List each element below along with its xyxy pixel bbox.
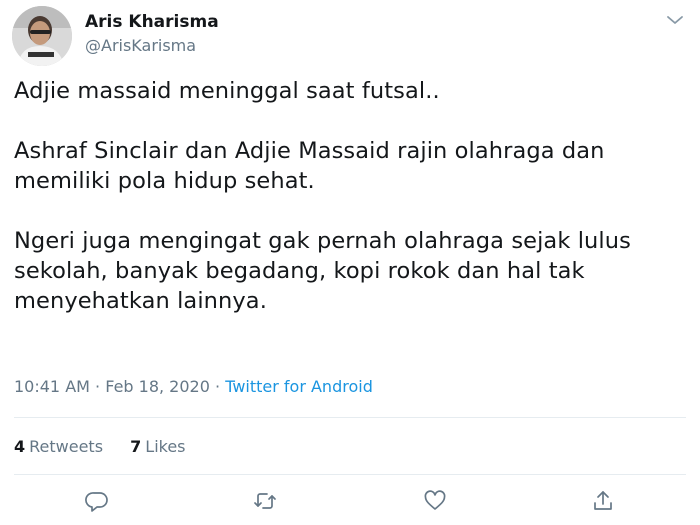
tweet-text: Adjie massaid meninggal saat futsal.. As…: [14, 76, 686, 316]
avatar[interactable]: [12, 6, 72, 66]
tweet-line: menyehatkan lainnya.: [14, 288, 267, 314]
user-name[interactable]: Aris Kharisma: [85, 12, 219, 32]
tweet-header: Aris Kharisma @ArisKarisma: [12, 6, 688, 66]
chevron-down-icon[interactable]: [664, 12, 686, 28]
tweet-meta: 10:41 AM · Feb 18, 2020 · Twitter for An…: [14, 377, 373, 396]
share-icon[interactable]: [590, 488, 616, 514]
divider: [14, 474, 686, 475]
likes-label: Likes: [145, 437, 186, 456]
user-handle[interactable]: @ArisKarisma: [85, 36, 196, 55]
meta-separator: ·: [215, 377, 221, 396]
user-photo-avatar-icon: [12, 6, 72, 66]
tweet-line: sekolah, banyak begadang, kopi rokok dan…: [14, 258, 585, 284]
tweet-line: Adjie massaid meninggal saat futsal..: [14, 78, 440, 104]
likes-stat[interactable]: 7 Likes: [130, 437, 185, 456]
tweet-source-link[interactable]: Twitter for Android: [225, 377, 373, 396]
tweet-stats: 4 Retweets 7 Likes: [14, 437, 208, 456]
reply-icon[interactable]: [84, 488, 110, 514]
tweet-line: Ashraf Sinclair dan Adjie Massaid rajin …: [14, 138, 605, 164]
tweet-actions: [0, 488, 700, 518]
divider: [14, 417, 686, 418]
retweets-stat[interactable]: 4 Retweets: [14, 437, 103, 456]
meta-separator: ·: [95, 377, 101, 396]
tweet-date[interactable]: Feb 18, 2020: [105, 377, 210, 396]
like-icon[interactable]: [422, 488, 448, 514]
retweets-label: Retweets: [29, 437, 104, 456]
tweet-line: memiliki pola hidup sehat.: [14, 168, 315, 194]
tweet-line: Ngeri juga mengingat gak pernah olahraga…: [14, 228, 631, 254]
retweets-count: 4: [14, 437, 26, 456]
likes-count: 7: [130, 437, 142, 456]
retweet-icon[interactable]: [252, 488, 278, 514]
tweet-time[interactable]: 10:41 AM: [14, 377, 90, 396]
